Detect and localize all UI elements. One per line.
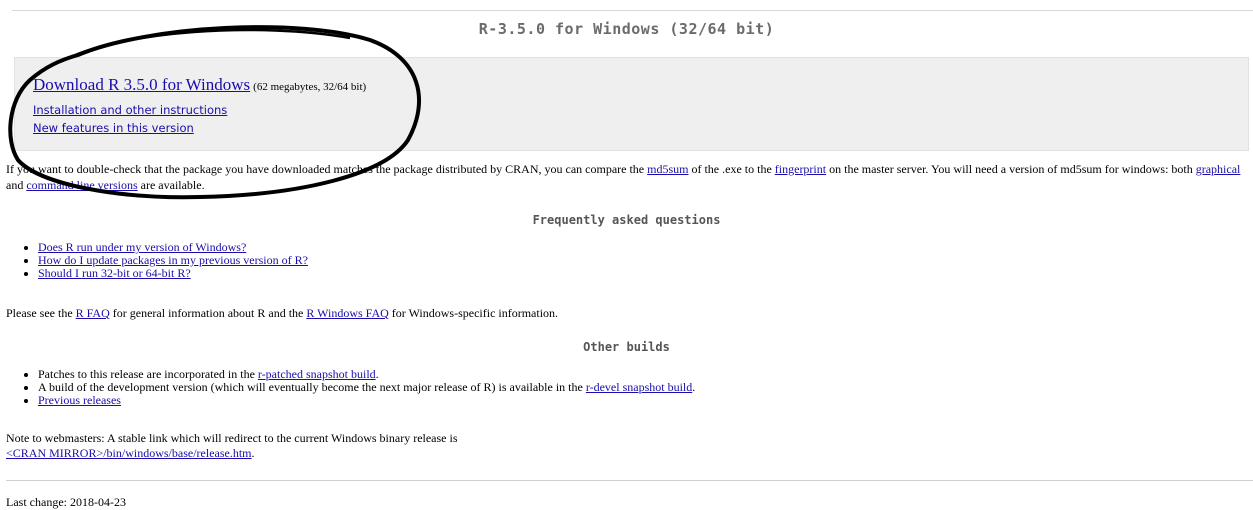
previous-releases-link[interactable]: Previous releases — [38, 393, 121, 407]
r-faq-link[interactable]: R FAQ — [76, 306, 110, 320]
check-text-1: If you want to double-check that the pac… — [6, 162, 648, 176]
r-windows-faq-link[interactable]: R Windows FAQ — [306, 306, 388, 320]
devel-text: A build of the development version (whic… — [38, 380, 586, 394]
patches-text: Patches to this release are incorporated… — [38, 367, 258, 381]
devel-end: . — [692, 380, 696, 394]
check-text-3: on the master server. You will need a ve… — [826, 162, 1196, 176]
list-item: A build of the development version (whic… — [38, 381, 695, 394]
r-patched-link[interactable]: r-patched snapshot build — [258, 367, 376, 381]
download-link[interactable]: Download R 3.5.0 for Windows — [33, 75, 250, 94]
download-size: (62 megabytes, 32/64 bit) — [253, 81, 367, 93]
check-text-4: and — [6, 178, 27, 192]
see-text-1: Please see the — [6, 306, 76, 320]
faq-heading: Frequently asked questions — [532, 213, 721, 227]
md5-check-paragraph: If you want to double-check that the pac… — [6, 161, 1243, 193]
check-text-5: are available. — [137, 178, 205, 192]
bottom-rule — [6, 480, 1253, 481]
faq-list: Does R run under my version of Windows? … — [16, 241, 308, 280]
faq-link-32-or-64[interactable]: Should I run 32-bit or 64-bit R? — [38, 266, 191, 280]
see-also-paragraph: Please see the R FAQ for general informa… — [6, 306, 558, 321]
installation-instructions-link[interactable]: Installation and other instructions — [33, 103, 227, 117]
other-builds-list: Patches to this release are incorporated… — [16, 368, 695, 407]
list-item: Previous releases — [38, 394, 695, 407]
patches-end: . — [375, 367, 379, 381]
faq-link-update-packages[interactable]: How do I update packages in my previous … — [38, 253, 308, 267]
command-line-versions-link[interactable]: command line versions — [26, 178, 137, 192]
faq-link-windows-version[interactable]: Does R run under my version of Windows? — [38, 240, 246, 254]
other-builds-heading: Other builds — [583, 340, 670, 354]
see-text-3: for Windows-specific information. — [388, 306, 559, 320]
download-box: Download R 3.5.0 for Windows (62 megabyt… — [14, 57, 1249, 151]
graphical-link[interactable]: graphical — [1196, 162, 1241, 176]
md5sum-link[interactable]: md5sum — [647, 162, 688, 176]
new-features-link[interactable]: New features in this version — [33, 121, 194, 135]
download-line: Download R 3.5.0 for Windows (62 megabyt… — [33, 75, 366, 95]
note-link-line: <CRAN MIRROR>/bin/windows/base/release.h… — [6, 446, 458, 461]
note-text: Note to webmasters: A stable link which … — [6, 431, 458, 445]
title-rule — [12, 10, 1253, 11]
fingerprint-link[interactable]: fingerprint — [775, 162, 826, 176]
list-item: Should I run 32-bit or 64-bit R? — [38, 267, 308, 280]
last-change: Last change: 2018-04-23 — [6, 495, 126, 509]
note-end: . — [251, 446, 255, 460]
page-title: R-3.5.0 for Windows (32/64 bit) — [478, 20, 775, 38]
see-text-2: for general information about R and the — [109, 306, 307, 320]
release-htm-link[interactable]: <CRAN MIRROR>/bin/windows/base/release.h… — [6, 446, 252, 460]
check-text-2: of the .exe to the — [688, 162, 775, 176]
r-devel-link[interactable]: r-devel snapshot build — [586, 380, 692, 394]
webmaster-note: Note to webmasters: A stable link which … — [6, 431, 458, 461]
